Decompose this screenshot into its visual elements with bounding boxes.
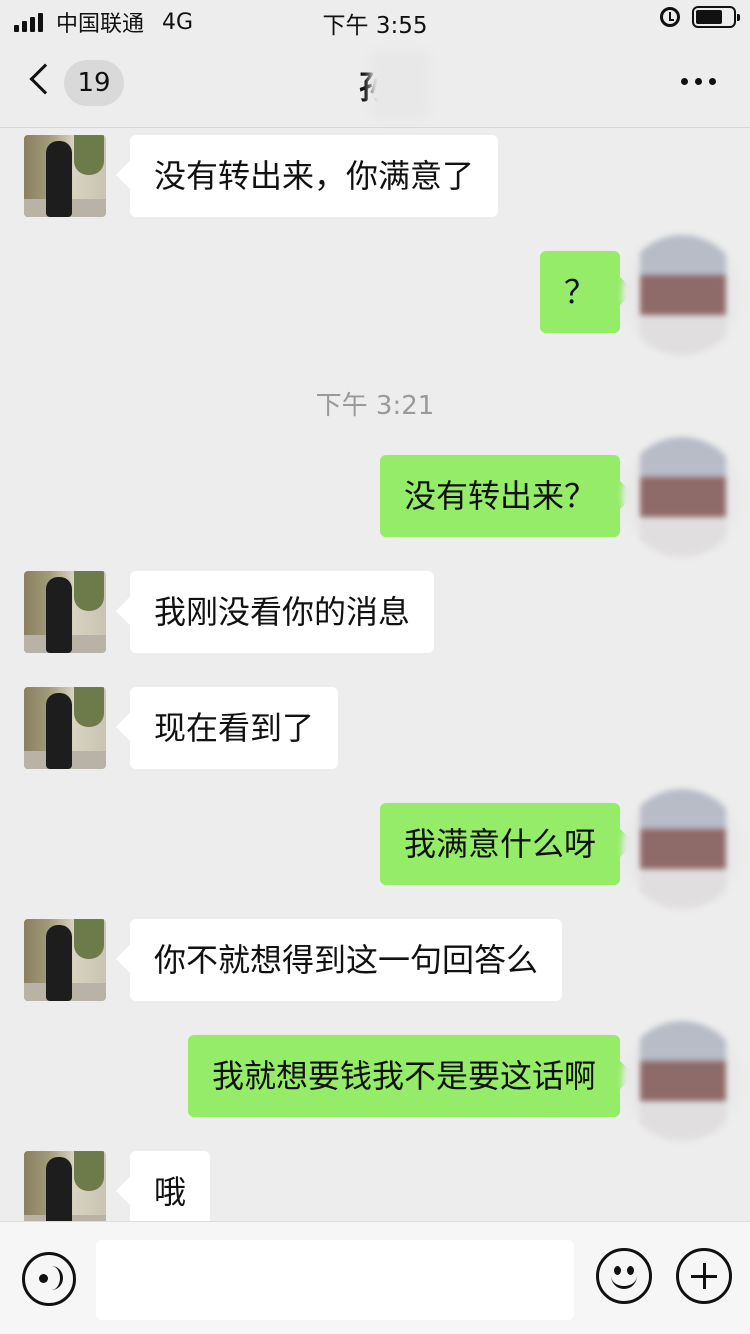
user-avatar[interactable] xyxy=(622,789,742,909)
user-avatar[interactable] xyxy=(622,235,742,355)
message-timestamp: 下午 3:21 xyxy=(315,391,435,421)
user-avatar[interactable] xyxy=(622,437,742,557)
contact-avatar[interactable] xyxy=(24,1151,106,1221)
contact-avatar[interactable] xyxy=(24,135,106,217)
status-time: 下午 3:55 xyxy=(322,13,428,39)
alarm-icon xyxy=(660,7,680,27)
voice-icon[interactable] xyxy=(22,1252,76,1306)
status-bar: 中国联通 4G 下午 3:55 xyxy=(0,0,750,40)
emoji-icon[interactable] xyxy=(596,1248,652,1304)
contact-avatar[interactable] xyxy=(24,919,106,1001)
contact-avatar[interactable] xyxy=(24,687,106,769)
received-message-bubble[interactable]: 我刚没看你的消息 xyxy=(130,571,435,653)
status-right xyxy=(660,6,740,28)
more-icon[interactable] xyxy=(674,78,716,85)
received-message-bubble[interactable]: 现在看到了 xyxy=(130,687,339,769)
contact-avatar[interactable] xyxy=(24,571,106,653)
chat-area[interactable]: 没有转出来，你满意了 ？ 下午 3:21 没有转出来？ 我刚没看你的消息 现在看… xyxy=(0,129,750,1221)
title-redaction xyxy=(370,50,430,120)
received-message-bubble[interactable]: 你不就想得到这一句回答么 xyxy=(130,919,563,1001)
nav-bar: 19 孙 xyxy=(0,40,750,128)
sent-message-bubble[interactable]: ？ xyxy=(539,251,620,333)
sent-message-bubble[interactable]: 没有转出来？ xyxy=(379,455,620,537)
sent-message-bubble[interactable]: 我就想要钱我不是要这话啊 xyxy=(187,1035,620,1117)
sent-message-bubble[interactable]: 我满意什么呀 xyxy=(379,803,620,885)
received-message-bubble[interactable]: 哦 xyxy=(130,1151,211,1221)
input-bar xyxy=(0,1221,750,1334)
message-input[interactable] xyxy=(96,1240,574,1320)
received-message-bubble[interactable]: 没有转出来，你满意了 xyxy=(130,135,499,217)
user-avatar[interactable] xyxy=(622,1021,742,1141)
plus-icon[interactable] xyxy=(676,1248,732,1304)
battery-icon xyxy=(692,6,740,28)
